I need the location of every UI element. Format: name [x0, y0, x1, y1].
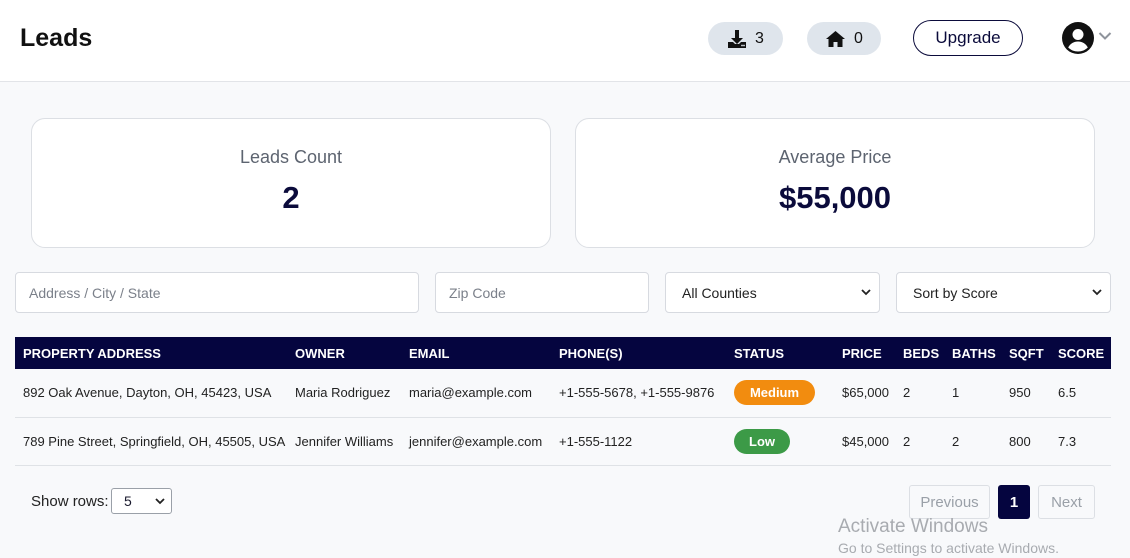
table-header-row: PROPERTY ADDRESS OWNER EMAIL PHONE(S) ST…	[15, 337, 1111, 369]
address-search-input[interactable]: Address / City / State	[15, 272, 419, 313]
baths: 2	[952, 433, 960, 449]
table-row[interactable]: 789 Pine Street, Springfield, OH, 45505,…	[15, 417, 1111, 465]
column-header[interactable]: STATUS	[726, 337, 834, 369]
zip-code-input[interactable]: Zip Code	[435, 272, 649, 313]
price: $45,000	[842, 433, 889, 449]
activation-watermark-title: Activate Windows	[838, 516, 988, 537]
property-address: 789 Pine Street, Springfield, OH, 45505,…	[23, 433, 286, 449]
page-1-button[interactable]: 1	[998, 485, 1030, 519]
home-icon	[826, 30, 846, 47]
status-badge: Medium	[734, 380, 815, 406]
status-cell: Medium	[726, 369, 834, 417]
downloads-counter-button[interactable]: 3	[708, 22, 783, 55]
beds: 2	[903, 433, 911, 449]
rows-per-page-select[interactable]: 5	[111, 488, 172, 514]
price: $65,000	[842, 385, 889, 401]
column-header[interactable]: BATHS	[944, 337, 1001, 369]
email: maria@example.com	[409, 385, 533, 401]
average-price-label: Average Price	[778, 147, 892, 167]
chevron-down-icon	[155, 497, 165, 504]
phones: +1-555-1122	[559, 433, 633, 449]
column-header[interactable]: PRICE	[834, 337, 895, 369]
chevron-down-icon[interactable]	[1098, 31, 1112, 41]
upgrade-button[interactable]: Upgrade	[913, 20, 1023, 56]
county-select-value: All Counties	[682, 284, 757, 301]
zip-placeholder: Zip Code	[449, 284, 506, 301]
score: 6.5	[1058, 385, 1077, 401]
column-header[interactable]: SQFT	[1001, 337, 1050, 369]
leads-table: PROPERTY ADDRESS OWNER EMAIL PHONE(S) ST…	[15, 337, 1111, 466]
average-price-value: $55,000	[778, 180, 892, 215]
score: 7.3	[1058, 433, 1077, 449]
property-address: 892 Oak Avenue, Dayton, OH, 45423, USA	[23, 385, 272, 401]
sort-select-value: Sort by Score	[913, 284, 998, 301]
sort-select[interactable]: Sort by Score	[896, 272, 1111, 313]
column-header[interactable]: OWNER	[287, 337, 401, 369]
top-header: Leads 3 0 Upgrade	[0, 0, 1130, 82]
column-header[interactable]: PROPERTY ADDRESS	[15, 337, 287, 369]
chevron-down-icon	[1092, 289, 1102, 296]
column-header[interactable]: PHONE(S)	[551, 337, 726, 369]
user-circle-icon[interactable]	[1062, 22, 1094, 54]
saved-homes-counter-button[interactable]: 0	[807, 22, 881, 55]
saved-homes-count: 0	[854, 29, 863, 47]
next-page-button[interactable]: Next	[1038, 485, 1095, 519]
status-cell: Low	[726, 417, 834, 465]
sqft: 800	[1009, 433, 1031, 449]
average-price-card: Average Price $55,000	[575, 118, 1095, 248]
phones: +1-555-5678, +1-555-9876	[559, 385, 715, 401]
download-icon	[728, 29, 747, 48]
sqft: 950	[1009, 385, 1031, 401]
table-row[interactable]: 892 Oak Avenue, Dayton, OH, 45423, USA M…	[15, 369, 1111, 417]
activation-watermark-subtitle: Go to Settings to activate Windows.	[838, 540, 1059, 556]
column-header[interactable]: SCORE	[1050, 337, 1111, 369]
downloads-count: 3	[755, 29, 764, 47]
leads-count-card: Leads Count 2	[31, 118, 551, 248]
owner-name: Jennifer Williams	[295, 433, 394, 449]
owner-name: Maria Rodriguez	[295, 385, 391, 401]
address-placeholder: Address / City / State	[29, 284, 161, 301]
column-header[interactable]: EMAIL	[401, 337, 551, 369]
show-rows-label: Show rows:	[31, 493, 109, 510]
status-badge: Low	[734, 428, 790, 454]
baths: 1	[952, 385, 960, 401]
chevron-down-icon	[861, 289, 871, 296]
previous-page-button[interactable]: Previous	[909, 485, 990, 519]
email: jennifer@example.com	[409, 433, 543, 449]
leads-count-value: 2	[282, 180, 300, 215]
beds: 2	[903, 385, 911, 401]
page-title: Leads	[20, 24, 93, 52]
column-header[interactable]: BEDS	[895, 337, 944, 369]
leads-count-label: Leads Count	[239, 147, 343, 167]
county-select[interactable]: All Counties	[665, 272, 880, 313]
rows-per-page-value: 5	[124, 493, 132, 509]
